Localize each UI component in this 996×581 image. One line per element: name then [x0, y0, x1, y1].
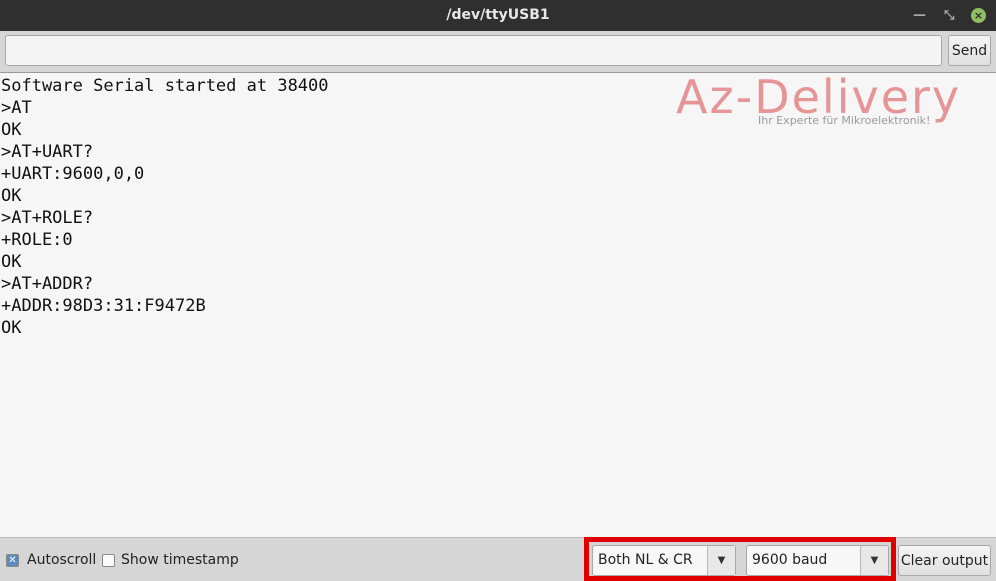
line-ending-select[interactable]: Both NL & CR ▼: [592, 545, 736, 576]
chevron-down-icon: ▼: [860, 546, 888, 575]
output-line: >AT+ROLE?: [1, 208, 94, 228]
autoscroll-checkbox[interactable]: ✕: [6, 554, 19, 567]
az-delivery-logo: Az-Delivery Ihr Experte für Mikroelektro…: [676, 70, 962, 127]
output-line: >AT+ADDR?: [1, 274, 94, 294]
maximize-icon[interactable]: ⤡: [944, 0, 954, 31]
window-title: /dev/ttyUSB1: [446, 7, 550, 23]
minimize-icon[interactable]: —: [913, 0, 926, 31]
output-line: +UART:9600,0,0: [1, 164, 145, 184]
send-button[interactable]: Send: [948, 35, 991, 66]
close-icon[interactable]: ×: [971, 8, 986, 23]
show-timestamp-label: Show timestamp: [121, 552, 239, 568]
output-line: +ROLE:0: [1, 230, 73, 250]
title-bar: /dev/ttyUSB1 — ⤡ ×: [0, 0, 996, 31]
baud-rate-select[interactable]: 9600 baud ▼: [746, 545, 889, 576]
output-line: OK: [1, 186, 22, 206]
autoscroll-label: Autoscroll: [27, 552, 97, 568]
line-ending-value: Both NL & CR: [598, 552, 693, 568]
output-line: >AT+UART?: [1, 142, 94, 162]
output-line: OK: [1, 252, 22, 272]
show-timestamp-checkbox[interactable]: [102, 554, 115, 567]
clear-output-button[interactable]: Clear output: [898, 545, 991, 576]
serial-input[interactable]: [5, 35, 942, 66]
output-line: OK: [1, 318, 22, 338]
output-line: +ADDR:98D3:31:F9472B: [1, 296, 206, 316]
baud-rate-value: 9600 baud: [752, 552, 828, 568]
chevron-down-icon: ▼: [707, 546, 735, 575]
serial-output[interactable]: Software Serial started at 38400 >AT OK >AT…: [0, 72, 996, 538]
